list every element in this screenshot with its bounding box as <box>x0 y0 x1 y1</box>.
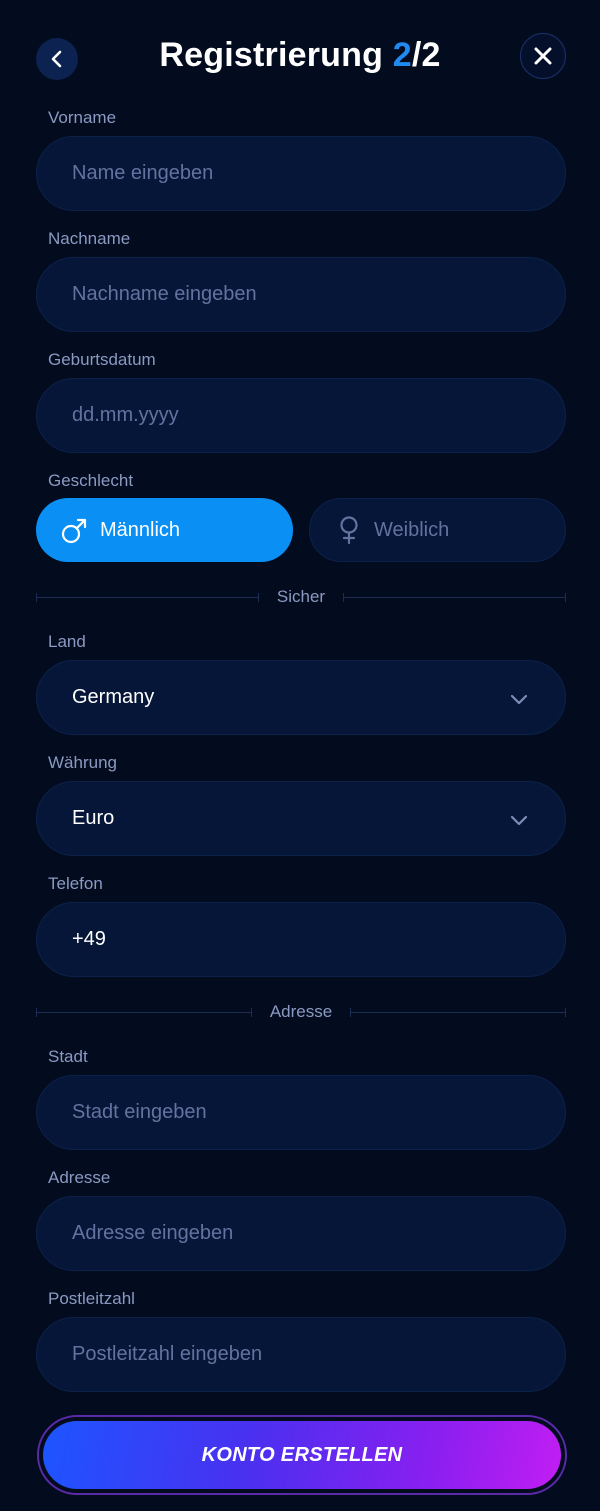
chevron-down-icon <box>510 694 528 705</box>
divider-line-right <box>350 1007 566 1017</box>
gender-female-label: Weiblich <box>374 518 450 541</box>
currency-label: Währung <box>48 753 117 772</box>
currency-select[interactable]: Euro <box>36 781 566 856</box>
address-label: Adresse <box>48 1168 111 1187</box>
title-step: 2 <box>392 36 412 74</box>
country-value: Germany <box>72 686 155 708</box>
back-button[interactable] <box>36 38 78 80</box>
section-label-secure: Sicher <box>276 587 326 606</box>
title-total: /2 <box>411 36 441 74</box>
close-button[interactable] <box>520 33 566 79</box>
gender-label: Geschlecht <box>48 471 134 490</box>
section-label-address: Adresse <box>269 1002 333 1021</box>
female-symbol-icon <box>334 515 364 545</box>
divider-line-right <box>343 592 566 602</box>
chevron-left-icon <box>51 50 62 68</box>
birthdate-input[interactable] <box>36 378 566 453</box>
close-icon <box>534 47 552 65</box>
submit-button-frame: KONTO ERSTELLEN <box>37 1415 567 1495</box>
title-main: Registrierung <box>159 36 393 74</box>
country-select[interactable]: Germany <box>36 660 566 735</box>
postal-code-input[interactable] <box>36 1317 566 1392</box>
chevron-down-icon <box>510 815 528 826</box>
country-label: Land <box>48 632 86 651</box>
address-input[interactable] <box>36 1196 566 1271</box>
registration-page: Registrierung 2/2 Vorname Nachname Gebur… <box>0 0 600 1511</box>
header: Registrierung 2/2 <box>0 28 600 90</box>
birthdate-label: Geburtsdatum <box>48 350 156 369</box>
phone-input[interactable] <box>36 902 566 977</box>
page-title: Registrierung 2/2 <box>0 36 600 75</box>
gender-male-option[interactable]: Männlich <box>36 498 293 562</box>
divider-line-left <box>36 592 259 602</box>
city-input[interactable] <box>36 1075 566 1150</box>
divider-line-left <box>36 1007 252 1017</box>
postal-code-label: Postleitzahl <box>48 1289 135 1308</box>
first-name-label: Vorname <box>48 108 117 127</box>
last-name-input[interactable] <box>36 257 566 332</box>
currency-value: Euro <box>72 807 115 829</box>
section-divider-secure: Sicher <box>36 587 566 607</box>
section-divider-address: Adresse <box>36 1002 566 1022</box>
create-account-button[interactable]: KONTO ERSTELLEN <box>43 1421 561 1489</box>
last-name-label: Nachname <box>48 229 131 248</box>
gender-female-option[interactable]: Weiblich <box>309 498 566 562</box>
male-symbol-icon <box>60 515 90 545</box>
city-label: Stadt <box>48 1047 88 1066</box>
gender-male-label: Männlich <box>100 518 181 541</box>
phone-label: Telefon <box>48 874 103 893</box>
first-name-input[interactable] <box>36 136 566 211</box>
